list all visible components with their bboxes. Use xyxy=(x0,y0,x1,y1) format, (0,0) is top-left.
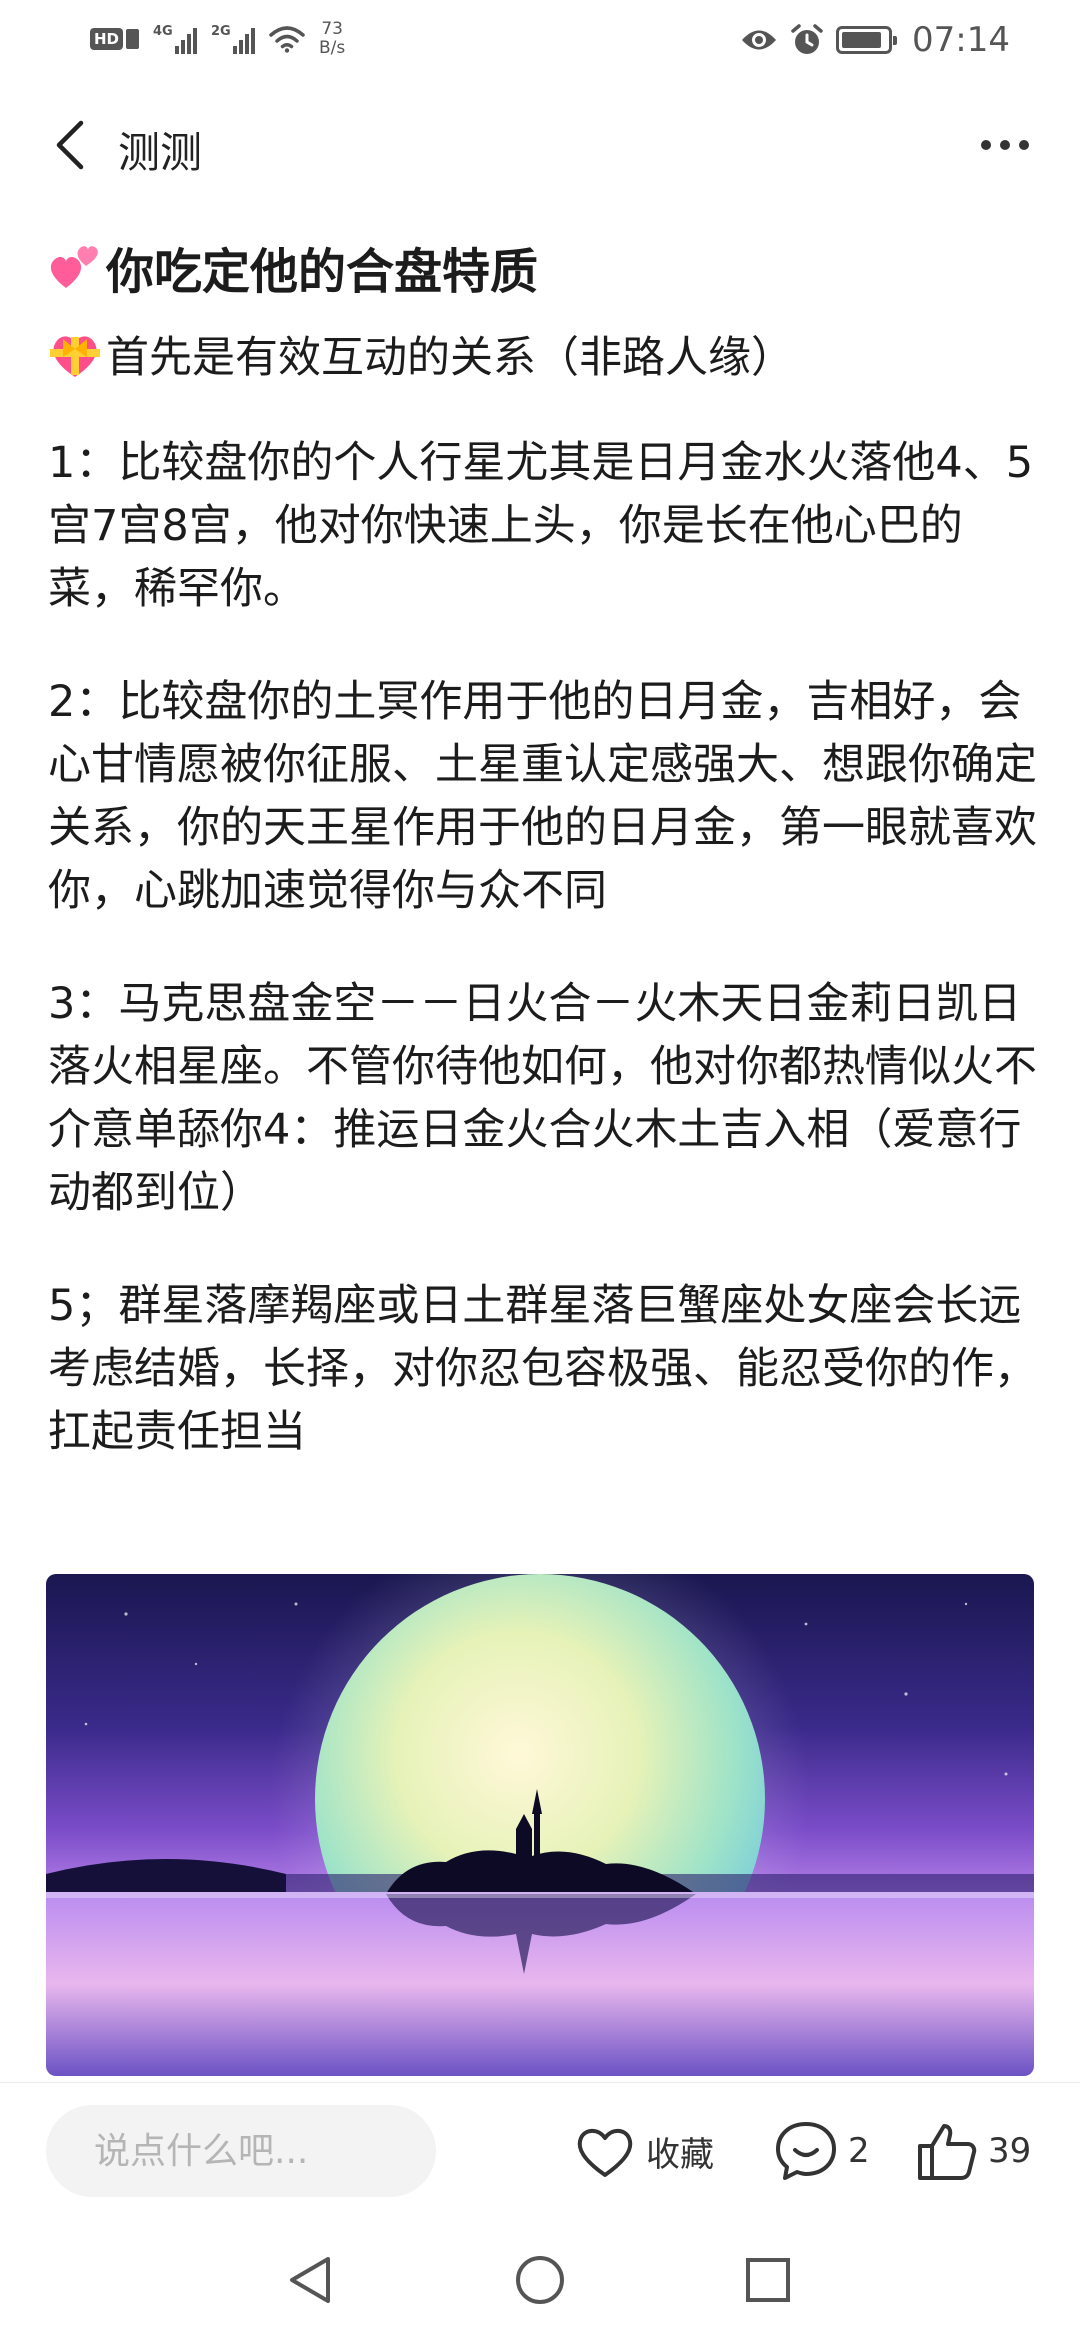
more-options-button[interactable] xyxy=(970,115,1040,175)
status-left: HD 4G 2G 73 B/s xyxy=(90,20,345,58)
hd-label: HD xyxy=(90,28,124,50)
post-subtitle-row: 首先是有效互动的关系（非路人缘） xyxy=(48,324,1038,384)
favorite-label: 收藏 xyxy=(646,2134,714,2175)
thumbs-up-icon xyxy=(918,2124,977,2180)
comment-count: 2 xyxy=(848,2131,870,2171)
speed-unit: B/s xyxy=(319,38,346,58)
sim-icon xyxy=(126,29,140,49)
comment-input[interactable] xyxy=(46,2105,436,2197)
status-bar: HD 4G 2G 73 B/s 07:14 xyxy=(0,0,1080,80)
paragraph-3: 3：马克思盘金空－－日火合－火木天日金莉日凯日落火相星座。不管你待他如何，他对你… xyxy=(48,979,1037,1218)
nav-home-button[interactable] xyxy=(510,2250,570,2310)
status-right: 07:14 xyxy=(740,20,1010,60)
signal-icon: 4G xyxy=(153,24,198,54)
network-speed: 73 B/s xyxy=(319,20,345,58)
battery-icon xyxy=(836,26,898,54)
system-navigation-bar xyxy=(0,2218,1080,2340)
status-time: 07:14 xyxy=(912,20,1010,60)
network-type-1: 4G xyxy=(153,24,173,39)
comment-button[interactable]: 2 xyxy=(774,2117,870,2185)
signal-icon-2: 2G xyxy=(211,24,256,54)
back-button[interactable] xyxy=(40,115,100,175)
more-horizontal-icon xyxy=(981,140,991,150)
post-subtitle: 首先是有效互动的关系（非路人缘） xyxy=(106,333,794,383)
heart-with-ribbon-emoji xyxy=(48,327,102,381)
post-title: 你吃定他的合盘特质 xyxy=(106,244,539,300)
nav-back-icon xyxy=(290,2257,330,2303)
like-button[interactable]: 39 xyxy=(916,2117,1031,2185)
alarm-icon xyxy=(791,24,823,54)
nav-back-button[interactable] xyxy=(280,2250,340,2310)
speed-value: 73 xyxy=(321,19,343,39)
page-title: 测测 xyxy=(118,128,203,177)
wifi-icon xyxy=(269,26,305,53)
top-app-bar: 测测 xyxy=(0,95,1080,195)
favorite-button[interactable]: 收藏 xyxy=(574,2117,714,2185)
comment-bubble-icon xyxy=(776,2122,836,2180)
bottom-action-bar: 收藏 2 39 xyxy=(0,2082,1080,2218)
post-title-row: 你吃定他的合盘特质 xyxy=(48,232,1038,302)
nav-home-icon xyxy=(516,2256,564,2304)
chevron-left-icon xyxy=(56,120,84,170)
two-hearts-emoji xyxy=(48,240,102,294)
paragraph-1: 1：比较盘你的个人行星尤其是日月金水火落他4、5宫7宫8宫，他对你快速上头，你是… xyxy=(48,438,1034,614)
nav-recent-button[interactable] xyxy=(738,2250,798,2310)
post-content: 你吃定他的合盘特质 首先是有效互动的关系（非路人缘） 1：比较盘你的个人行星尤其… xyxy=(48,232,1038,1464)
moon-over-lake-island-image[interactable] xyxy=(46,1574,1034,2076)
paragraph-2: 2：比较盘你的土冥作用于他的日月金，吉相好，会心甘情愿被你征服、土星重认定感强大… xyxy=(48,677,1037,916)
hd-icon: HD xyxy=(90,28,140,50)
network-type-2: 2G xyxy=(211,24,231,39)
like-count: 39 xyxy=(988,2131,1032,2171)
eye-icon xyxy=(742,30,777,50)
nav-recent-icon xyxy=(746,2258,790,2302)
heart-outline-icon xyxy=(577,2128,633,2177)
paragraph-4: 5；群星落摩羯座或日土群星落巨蟹座处女座会长远考虑结婚，长择，对你忍包容极强、能… xyxy=(48,1281,1037,1457)
